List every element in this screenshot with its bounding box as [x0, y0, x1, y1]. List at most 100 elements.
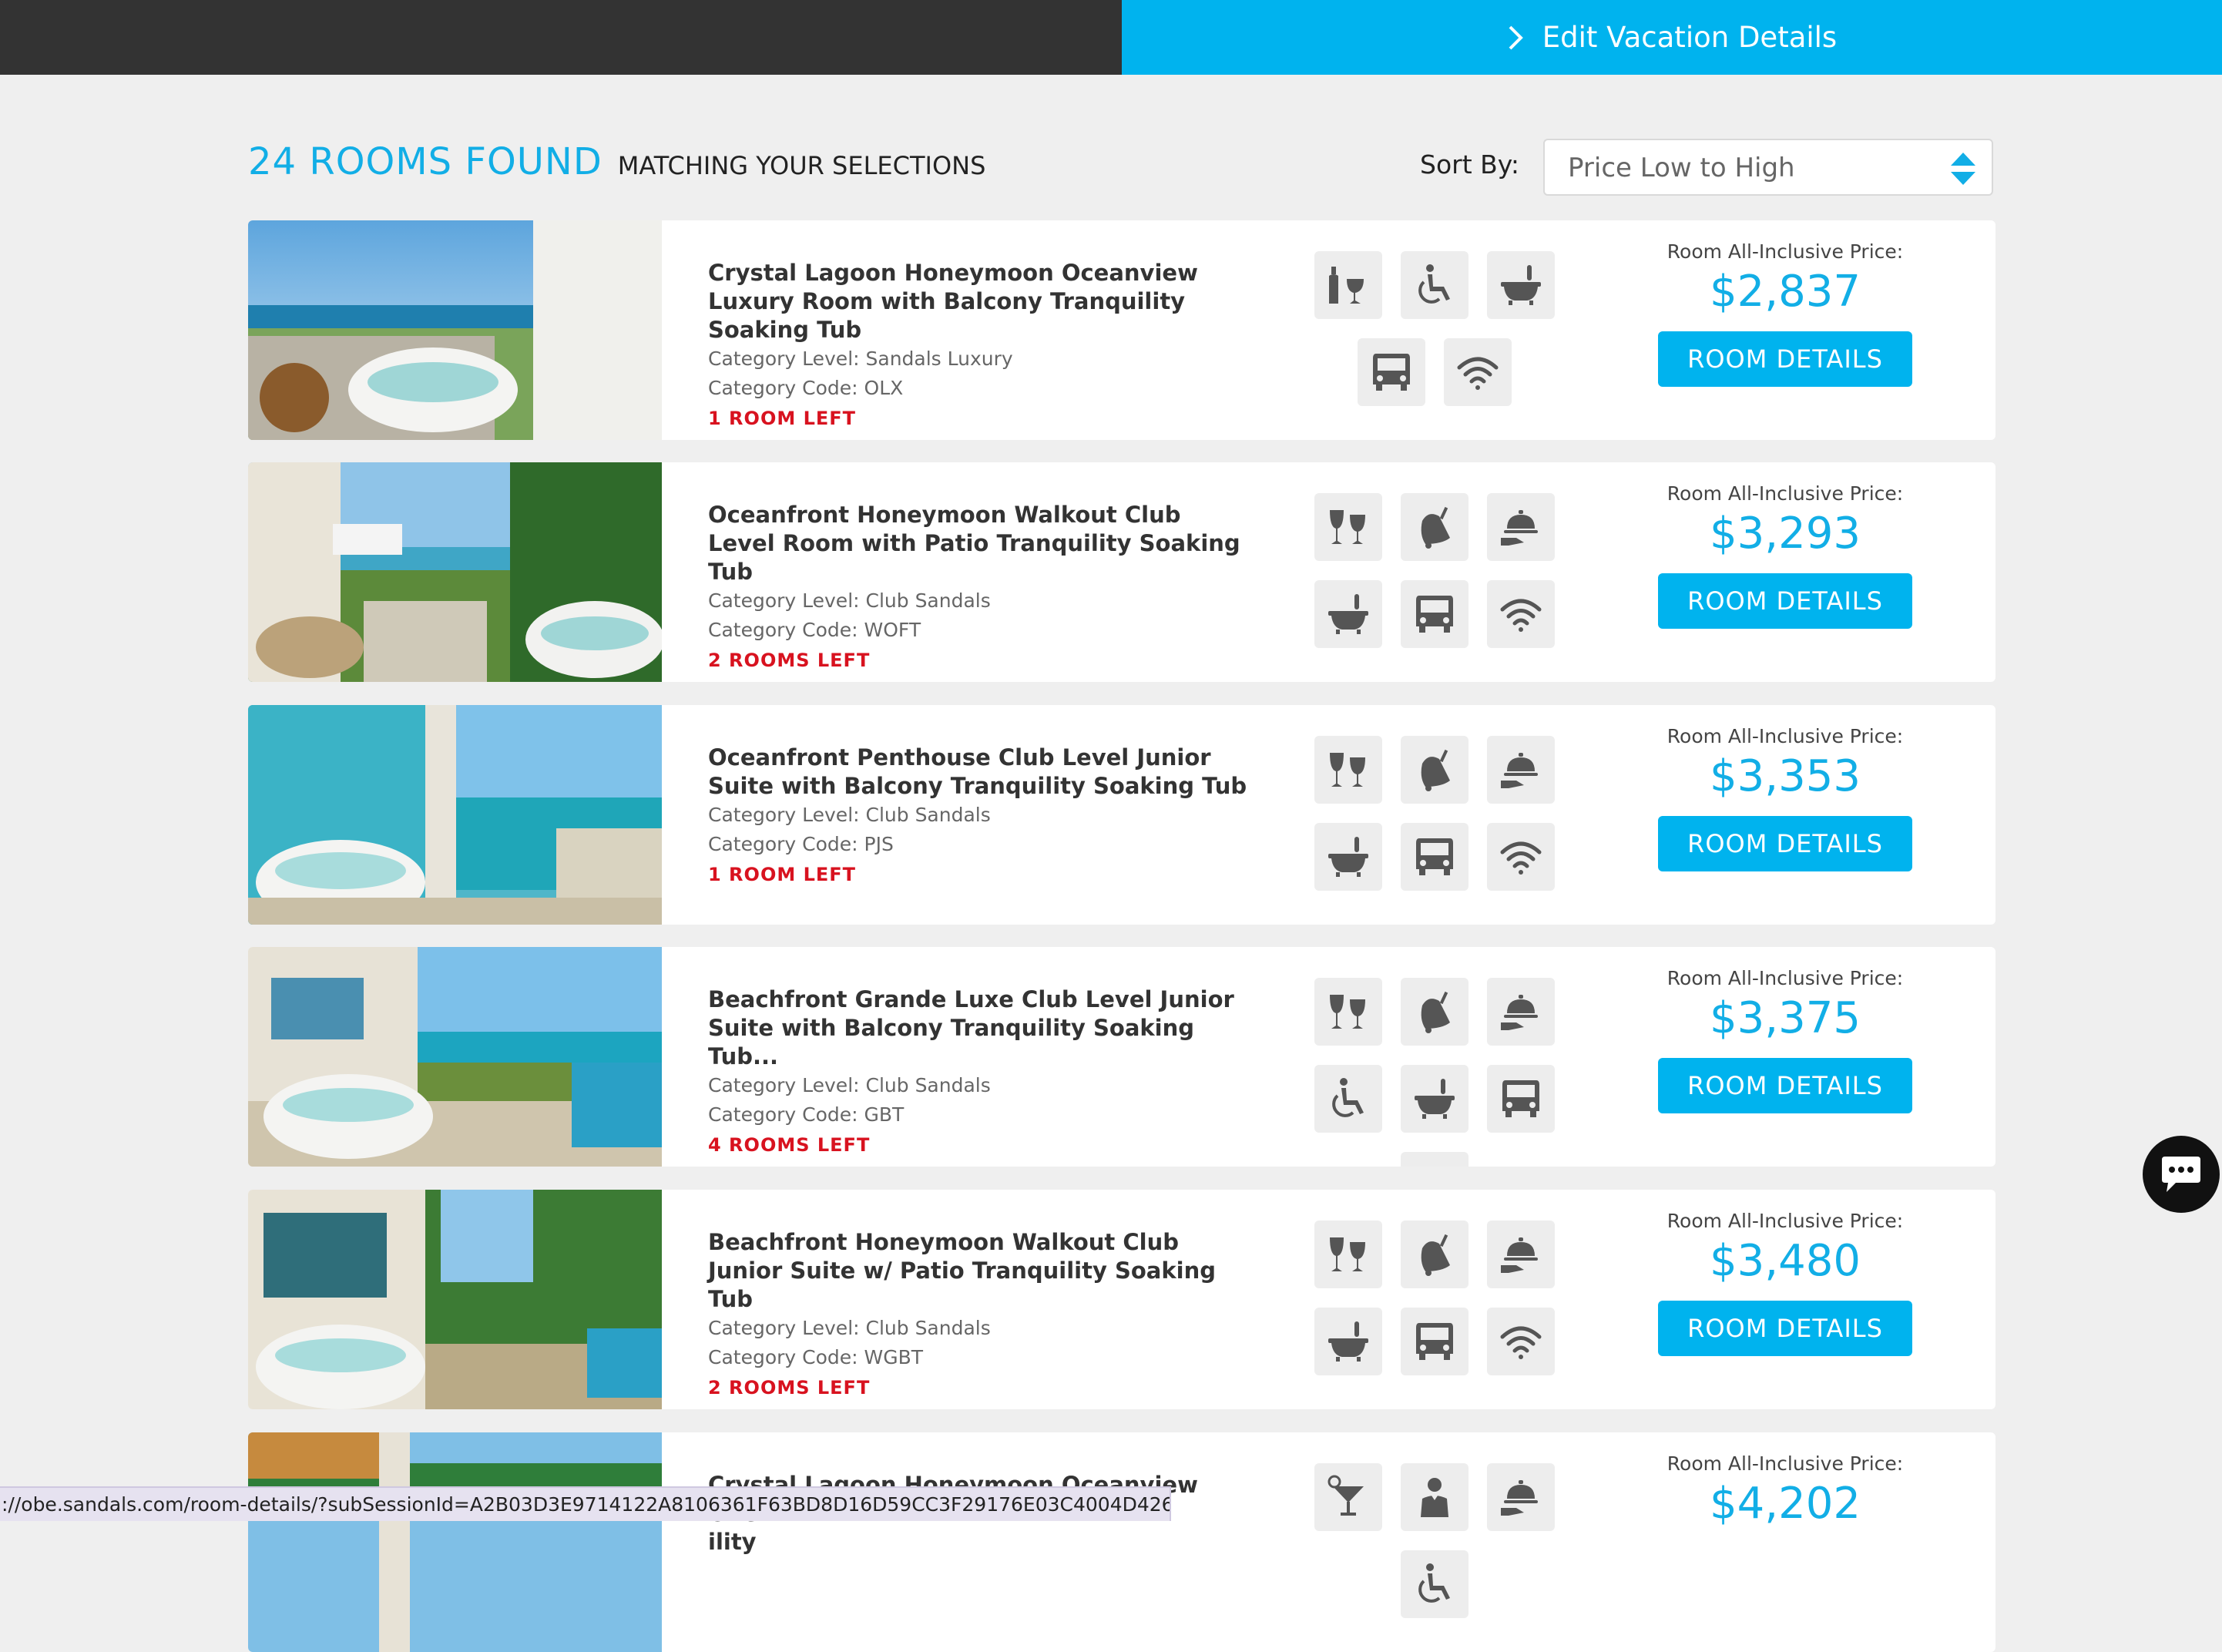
- room-card: Crystal Lagoon Honeymoon Oceanview One- …: [248, 1432, 1995, 1652]
- price-label: Room All-Inclusive Price:: [1666, 240, 1904, 263]
- room-card: Oceanfront Penthouse Club Level Junior S…: [248, 705, 1995, 925]
- rooms-left: 4 ROOMS LEFT: [708, 1134, 871, 1156]
- amenity-icons: [1273, 736, 1596, 891]
- room-photo-image: [248, 947, 662, 1167]
- amenity-icons: [1273, 1221, 1596, 1375]
- chat-button[interactable]: [2143, 1136, 2220, 1213]
- rooms-left: 2 ROOMS LEFT: [708, 1377, 871, 1398]
- room-info: Beachfront Honeymoon Walkout Club Junior…: [708, 1228, 1247, 1403]
- bathtub-icon[interactable]: [1401, 1065, 1468, 1133]
- top-bar-left: [0, 0, 1122, 75]
- room-details-button[interactable]: ROOM DETAILS: [1658, 573, 1912, 629]
- shuttle-icon[interactable]: [1401, 1308, 1468, 1375]
- matching-label: MATCHING YOUR SELECTIONS: [617, 151, 986, 180]
- wifi-icon[interactable]: [1444, 338, 1512, 406]
- wine-glasses-icon[interactable]: [1314, 493, 1382, 561]
- room-price: $3,480: [1710, 1236, 1861, 1286]
- price-column: Room All-Inclusive Price: $4,202: [1658, 1451, 1912, 1531]
- room-photo-image: [248, 1190, 662, 1409]
- wifi-icon[interactable]: [1401, 1152, 1468, 1167]
- sort-select[interactable]: Price Low to High: [1543, 139, 1993, 196]
- bell-icon[interactable]: [1401, 493, 1468, 561]
- room-name[interactable]: Oceanfront Honeymoon Walkout Club Level …: [708, 501, 1247, 586]
- wine-glasses-icon[interactable]: [1314, 978, 1382, 1046]
- room-details-button[interactable]: ROOM DETAILS: [1658, 816, 1912, 871]
- room-photo[interactable]: [248, 462, 662, 682]
- room-service-icon[interactable]: [1487, 736, 1555, 804]
- room-photo-image: [248, 462, 662, 682]
- bell-icon[interactable]: [1401, 978, 1468, 1046]
- room-details-button[interactable]: ROOM DETAILS: [1658, 1301, 1912, 1356]
- category-code: Category Code: OLX: [708, 377, 904, 399]
- room-name[interactable]: Oceanfront Penthouse Club Level Junior S…: [708, 744, 1247, 801]
- sort-by-label: Sort By:: [1420, 149, 1520, 180]
- room-service-icon[interactable]: [1487, 978, 1555, 1046]
- room-photo[interactable]: [248, 1190, 662, 1409]
- wheelchair-icon[interactable]: [1401, 1550, 1468, 1618]
- room-service-icon[interactable]: [1487, 493, 1555, 561]
- amenity-icons: [1273, 978, 1596, 1167]
- room-photo-image: [248, 705, 662, 925]
- price-label: Room All-Inclusive Price:: [1666, 1210, 1904, 1232]
- room-photo[interactable]: [248, 1432, 662, 1652]
- room-price: $3,375: [1710, 993, 1861, 1043]
- room-info: Crystal Lagoon Honeymoon Oceanview Luxur…: [708, 259, 1247, 434]
- bathtub-icon[interactable]: [1314, 823, 1382, 891]
- room-name[interactable]: Crystal Lagoon Honeymoon Oceanview Luxur…: [708, 259, 1247, 344]
- room-details-button[interactable]: ROOM DETAILS: [1658, 1058, 1912, 1113]
- bell-icon[interactable]: [1401, 1221, 1468, 1288]
- bottle-glass-icon[interactable]: [1314, 251, 1382, 319]
- room-service-icon[interactable]: [1487, 1221, 1555, 1288]
- shuttle-icon[interactable]: [1401, 580, 1468, 648]
- shuttle-icon[interactable]: [1401, 823, 1468, 891]
- category-level: Category Level: Club Sandals: [708, 1317, 991, 1339]
- room-card: Beachfront Honeymoon Walkout Club Junior…: [248, 1190, 1995, 1409]
- shuttle-icon[interactable]: [1358, 338, 1425, 406]
- results-header: 24 ROOMS FOUND MATCHING YOUR SELECTIONS: [248, 140, 985, 183]
- bathtub-icon[interactable]: [1487, 251, 1555, 319]
- wine-glasses-icon[interactable]: [1314, 1221, 1382, 1288]
- edit-vacation-details-label: Edit Vacation Details: [1542, 21, 1838, 54]
- price-label: Room All-Inclusive Price:: [1666, 482, 1904, 505]
- category-code: Category Code: WGBT: [708, 1346, 924, 1368]
- room-name-line-2: ility: [708, 1529, 757, 1555]
- room-info: Oceanfront Penthouse Club Level Junior S…: [708, 744, 1247, 890]
- category-level: Category Level: Club Sandals: [708, 804, 991, 826]
- room-price: $3,293: [1710, 509, 1861, 559]
- rooms-left: 1 ROOM LEFT: [708, 864, 857, 885]
- rooms-left: 1 ROOM LEFT: [708, 408, 857, 429]
- sort-selected-value: Price Low to High: [1568, 153, 1795, 183]
- category-level: Category Level: Sandals Luxury: [708, 348, 1013, 370]
- select-arrows-icon: [1951, 153, 1975, 185]
- room-name[interactable]: Beachfront Honeymoon Walkout Club Junior…: [708, 1228, 1247, 1314]
- room-info: Oceanfront Honeymoon Walkout Club Level …: [708, 501, 1247, 676]
- rooms-left: 2 ROOMS LEFT: [708, 650, 871, 671]
- category-level: Category Level: Club Sandals: [708, 1074, 991, 1096]
- amenity-icons: [1273, 1463, 1596, 1618]
- wine-glasses-icon[interactable]: [1314, 736, 1382, 804]
- room-card: Beachfront Grande Luxe Club Level Junior…: [248, 947, 1995, 1167]
- room-card: Oceanfront Honeymoon Walkout Club Level …: [248, 462, 1995, 682]
- browser-status-url: ://obe.sandals.com/room-details/?subSess…: [0, 1486, 1171, 1521]
- room-photo[interactable]: [248, 705, 662, 925]
- bathtub-icon[interactable]: [1314, 580, 1382, 648]
- room-price: $4,202: [1710, 1479, 1861, 1529]
- room-photo-image: [248, 1432, 662, 1652]
- wheelchair-icon[interactable]: [1401, 251, 1468, 319]
- wheelchair-icon[interactable]: [1314, 1065, 1382, 1133]
- chat-bubble-icon: [2162, 1157, 2200, 1192]
- shuttle-icon[interactable]: [1487, 1065, 1555, 1133]
- room-photo[interactable]: [248, 947, 662, 1167]
- wifi-icon[interactable]: [1487, 580, 1555, 648]
- bell-icon[interactable]: [1401, 736, 1468, 804]
- bathtub-icon[interactable]: [1314, 1308, 1382, 1375]
- room-name[interactable]: Beachfront Grande Luxe Club Level Junior…: [708, 985, 1247, 1071]
- room-details-button[interactable]: ROOM DETAILS: [1658, 331, 1912, 387]
- amenity-icons: [1273, 493, 1596, 648]
- price-column: Room All-Inclusive Price: $3,353 ROOM DE…: [1658, 724, 1912, 871]
- edit-vacation-details-button[interactable]: Edit Vacation Details: [1122, 0, 2222, 75]
- price-column: Room All-Inclusive Price: $3,375 ROOM DE…: [1658, 965, 1912, 1113]
- wifi-icon[interactable]: [1487, 823, 1555, 891]
- room-photo[interactable]: [248, 220, 662, 440]
- wifi-icon[interactable]: [1487, 1308, 1555, 1375]
